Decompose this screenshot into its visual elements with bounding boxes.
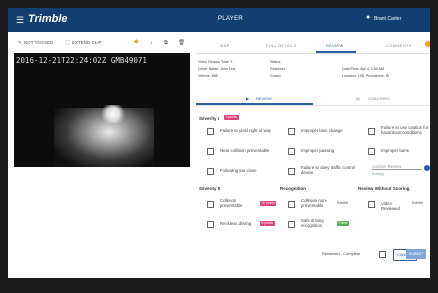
- logo: Trimble: [28, 13, 68, 25]
- checkbox-improper-passing[interactable]: [288, 148, 295, 155]
- subtab-review[interactable]: REVIEW: [256, 96, 272, 101]
- label-failure-to-use-caution: Failure to use caution for hazardous con…: [381, 125, 429, 135]
- user-name[interactable]: Brant Carter: [374, 16, 401, 22]
- user-icon[interactable]: ●: [366, 14, 370, 21]
- checkbox-collision-preventable[interactable]: [207, 201, 214, 208]
- label-failure-to-yield: Failure to yield right of way: [220, 128, 272, 133]
- checkbox-improper-turns[interactable]: [368, 148, 375, 155]
- label-collision-preventable: Collision preventable: [220, 198, 243, 208]
- player-toolbar: ✎ NOT TAGGED ⛶ EXTEND CLIP ◆ ↓ ⧉ 🗑: [14, 38, 190, 52]
- label-improper-lane-change: Improper lane change: [301, 128, 343, 133]
- custom-review-input[interactable]: Custom Review: [372, 164, 422, 170]
- severity-1-badge: 2 points: [224, 115, 239, 120]
- video-player[interactable]: 2016-12-21T22:24:02Z GMB49071: [14, 53, 190, 167]
- recognition-heading: Recognition: [280, 186, 306, 191]
- tab-comments[interactable]: COMMENTS: [386, 43, 412, 48]
- badge-safe-driving: Points: [337, 221, 350, 226]
- coaching-icon: ▤: [356, 96, 360, 101]
- subtab-coaching[interactable]: COACHING: [368, 96, 390, 101]
- label-failure-to-obey: Failure to obey traffic control device: [301, 165, 356, 175]
- label-exhibit: Exhibit: [412, 201, 423, 205]
- hamburger-icon[interactable]: ☰: [16, 15, 24, 26]
- checkbox-following-too-close[interactable]: [207, 168, 214, 175]
- status: Status:: [270, 60, 282, 64]
- page-title: PLAYER: [218, 16, 244, 22]
- checkbox-failure-to-use-caution[interactable]: [368, 128, 375, 135]
- vehicle: Vehicle: 888: [198, 74, 218, 78]
- delete-icon[interactable]: 🗑: [178, 40, 185, 46]
- top-bar: ☰ Trimble PLAYER ● Brant Carter: [8, 8, 430, 32]
- detail-tabs: MAP FULL DETAILS REVIEW COMMENTS: [196, 39, 430, 54]
- reviewed-complete-label: Reviewed - Complete: [322, 251, 361, 256]
- label-improper-turns: Improper turns: [381, 148, 409, 153]
- severity-1-heading: Severity I: [199, 116, 220, 121]
- bell-icon[interactable]: ◆: [134, 38, 139, 45]
- date-time: Date/Time: Apr 4, 2:00 AM: [342, 67, 385, 71]
- checkbox-safe-driving[interactable]: [288, 221, 295, 228]
- submit-button[interactable]: SUBMIT: [406, 249, 426, 259]
- checkbox-failure-to-yield[interactable]: [207, 128, 214, 135]
- headlight-glow: [100, 105, 126, 123]
- active-subtab-indicator: [196, 103, 313, 105]
- review-subtabs: ▶ REVIEW ▤ COACHING: [196, 93, 430, 106]
- label-reckless-driving: Reckless driving: [220, 221, 252, 226]
- label-improper-passing: Improper passing: [301, 148, 335, 153]
- label-safe-driving: Safe driving recognition: [301, 218, 324, 228]
- active-tab-indicator: [316, 51, 356, 53]
- app-frame: ☰ Trimble PLAYER ● Brant Carter ✎ NOT TA…: [8, 8, 430, 278]
- comments-badge: [425, 41, 430, 47]
- tab-map[interactable]: MAP: [220, 43, 230, 48]
- checkbox-collision-non-preventable[interactable]: [288, 201, 295, 208]
- scoring-toggle-knob[interactable]: [424, 165, 430, 171]
- checkbox-near-collision[interactable]: [207, 148, 214, 155]
- checkbox-reckless-driving[interactable]: [207, 221, 214, 228]
- driver-name: Driver Name: John Doe: [198, 67, 236, 71]
- tab-full-details[interactable]: FULL DETAILS: [266, 43, 297, 48]
- checkbox-video-reviewed[interactable]: [368, 201, 375, 208]
- label-following-too-close: Following too close: [220, 168, 257, 173]
- tab-review[interactable]: REVIEW: [326, 43, 344, 48]
- tag-icon[interactable]: ✎: [18, 40, 22, 46]
- label-near-collision: Near collision preventable: [220, 148, 270, 153]
- severity-2-heading: Severity II: [199, 186, 221, 191]
- custom-review-hint: Scoring: [372, 172, 384, 176]
- extend-clip-icon[interactable]: ⛶: [66, 40, 69, 45]
- extend-clip-button[interactable]: EXTEND CLIP: [72, 40, 102, 45]
- note-collision-non-preventable: Exhibit: [337, 201, 348, 205]
- checkbox-failure-to-obey[interactable]: [288, 168, 295, 175]
- checkbox-reviewed-complete[interactable]: [379, 251, 386, 258]
- no-scoring-heading: Review Without Scoring: [358, 186, 410, 191]
- coach: Coach:: [270, 74, 282, 78]
- download-icon[interactable]: ↓: [150, 40, 153, 46]
- location: Location: I-95, Providence, RI: [342, 74, 390, 78]
- badge-reckless-driving: 5 points: [260, 221, 275, 226]
- label-video-reviewed: Video Reviewed: [381, 201, 400, 211]
- review-icon: ▶: [246, 96, 250, 101]
- copy-icon[interactable]: ⧉: [164, 40, 168, 47]
- not-tagged-button[interactable]: NOT TAGGED: [24, 40, 53, 45]
- video-timestamp: 2016-12-21T22:24:02Z GMB49071: [16, 56, 147, 65]
- badge-collision-preventable: 10 points: [260, 201, 277, 206]
- reviewer: Reviewer:: [270, 67, 286, 71]
- checkbox-improper-lane-change[interactable]: [288, 128, 295, 135]
- video-review-total: Video Review Total: 3: [198, 60, 233, 64]
- label-collision-non-preventable: Collision non-preventable: [301, 198, 328, 208]
